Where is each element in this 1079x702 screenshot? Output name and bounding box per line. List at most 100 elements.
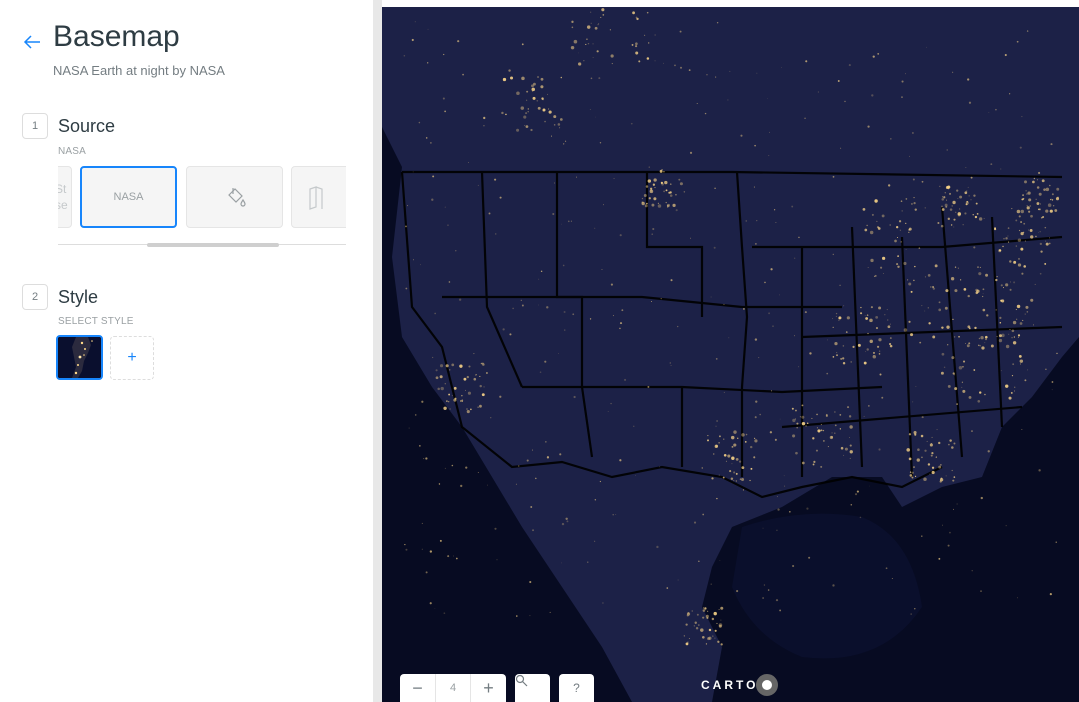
city-light <box>996 335 998 338</box>
city-light <box>702 616 705 619</box>
city-light <box>850 503 853 506</box>
city-light <box>984 342 986 344</box>
city-light <box>990 344 994 348</box>
zoom-in-button[interactable]: + <box>471 674 506 702</box>
city-light <box>663 62 665 64</box>
step-caption-source: NASA <box>58 146 87 157</box>
city-light <box>944 192 946 194</box>
city-light <box>840 446 844 450</box>
city-light <box>843 305 845 307</box>
city-light <box>459 364 463 368</box>
city-light <box>631 43 634 46</box>
city-light <box>414 21 416 23</box>
city-light <box>923 477 927 481</box>
map-view[interactable]: − 4 + ? CARTO <box>382 7 1079 702</box>
city-light <box>1016 209 1021 214</box>
add-style-button[interactable]: + <box>110 336 154 380</box>
city-light <box>832 356 835 358</box>
city-light <box>881 396 884 399</box>
city-light <box>705 614 709 618</box>
city-light <box>523 115 527 119</box>
city-light <box>983 218 985 220</box>
city-light <box>866 314 869 316</box>
panel-divider[interactable] <box>373 0 382 702</box>
city-light <box>927 307 929 309</box>
city-light <box>590 77 593 80</box>
city-light <box>921 456 923 459</box>
city-light <box>921 305 923 307</box>
city-light <box>431 198 434 201</box>
city-light <box>792 418 796 423</box>
city-light <box>755 243 757 245</box>
zoom-out-button[interactable]: − <box>400 674 435 702</box>
city-light <box>570 220 572 222</box>
city-light <box>619 327 621 330</box>
city-light <box>965 201 969 205</box>
source-item-nasa[interactable]: NASA <box>80 166 177 228</box>
city-light <box>635 16 638 19</box>
city-light <box>938 308 942 312</box>
city-light <box>1038 171 1041 175</box>
city-light <box>975 291 979 295</box>
city-light <box>411 38 414 42</box>
city-light <box>941 208 945 211</box>
city-light <box>953 226 955 228</box>
city-light <box>912 178 915 181</box>
city-light <box>879 350 881 352</box>
city-light <box>442 97 445 100</box>
city-light <box>558 353 560 354</box>
city-light <box>896 237 898 239</box>
city-light <box>995 108 997 111</box>
city-light <box>958 365 963 370</box>
city-light <box>1038 192 1042 196</box>
arrow-left-icon[interactable] <box>20 30 44 54</box>
source-item-custom-color[interactable] <box>186 166 283 228</box>
city-light <box>1055 541 1057 543</box>
city-light <box>1018 229 1021 232</box>
source-item-prev[interactable]: St se <box>58 166 72 228</box>
carousel-scrollbar[interactable] <box>147 243 279 247</box>
city-light <box>953 218 956 221</box>
city-light <box>647 385 650 388</box>
city-light <box>483 386 485 388</box>
city-light <box>443 612 446 614</box>
city-light <box>737 437 739 439</box>
city-light <box>716 420 718 422</box>
city-light <box>957 267 959 269</box>
city-light <box>889 342 892 346</box>
city-light <box>509 333 512 336</box>
city-light <box>418 121 421 124</box>
style-thumbnail-night[interactable] <box>56 335 103 380</box>
city-light <box>600 16 602 18</box>
city-light <box>635 42 638 46</box>
help-button[interactable]: ? <box>559 674 594 702</box>
city-light <box>941 352 945 356</box>
city-light <box>449 408 451 410</box>
source-item-custom-map[interactable] <box>291 166 346 228</box>
city-light <box>1027 191 1031 195</box>
city-light <box>547 108 550 110</box>
basemap-panel: Basemap NASA Earth at night by NASA 1 So… <box>0 0 373 702</box>
city-light <box>871 213 874 216</box>
city-light <box>910 290 913 293</box>
city-light <box>451 464 454 467</box>
city-light <box>874 199 877 201</box>
city-light <box>666 203 670 207</box>
city-light <box>880 266 883 269</box>
city-light <box>532 96 536 100</box>
city-light <box>968 101 972 104</box>
map-search-button[interactable] <box>515 674 550 702</box>
city-light <box>872 354 877 359</box>
city-light <box>1026 205 1028 207</box>
city-light <box>973 246 976 249</box>
style-preview-image <box>58 337 101 378</box>
city-light <box>611 62 613 65</box>
city-light <box>937 221 940 225</box>
city-light <box>720 619 722 621</box>
city-light <box>716 497 718 500</box>
city-light <box>594 499 597 501</box>
city-light <box>447 555 450 558</box>
city-light <box>651 233 654 236</box>
city-light <box>635 45 638 48</box>
city-light <box>839 428 841 430</box>
